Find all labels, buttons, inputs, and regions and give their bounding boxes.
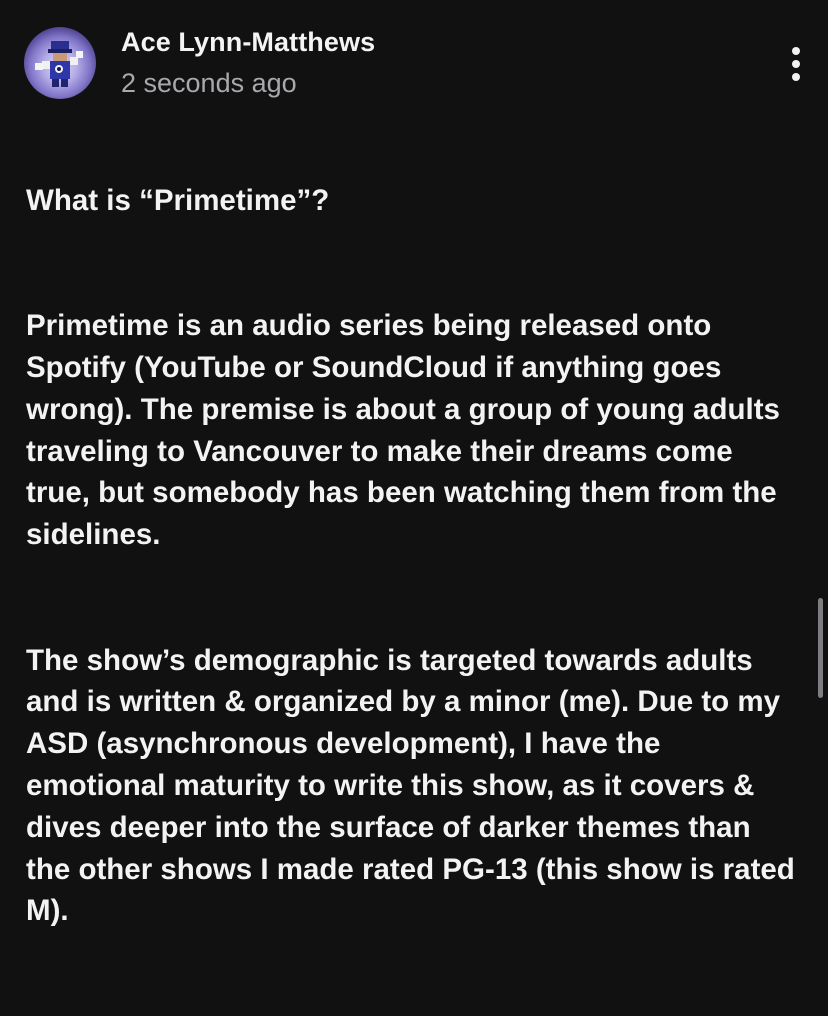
scrollbar[interactable] — [818, 598, 823, 698]
vertical-ellipsis-icon-dot — [792, 60, 800, 68]
vertical-ellipsis-icon — [792, 47, 800, 55]
post-paragraph: The show’s demographic is targeted towar… — [26, 643, 795, 928]
post-body: What is “Primetime”? Primetime is an aud… — [26, 138, 796, 1016]
timestamp: 2 seconds ago — [121, 68, 297, 98]
more-options-button[interactable] — [776, 40, 816, 88]
vertical-ellipsis-icon-dot — [792, 73, 800, 81]
post-header: Ace Lynn-Matthews 2 seconds ago — [0, 0, 828, 120]
post-heading: What is “Primetime”? — [26, 183, 330, 217]
post-paragraph: Primetime is an audio series being relea… — [26, 309, 780, 552]
avatar-image — [35, 41, 83, 87]
author-name[interactable]: Ace Lynn-Matthews — [121, 27, 375, 58]
avatar[interactable] — [24, 27, 96, 99]
